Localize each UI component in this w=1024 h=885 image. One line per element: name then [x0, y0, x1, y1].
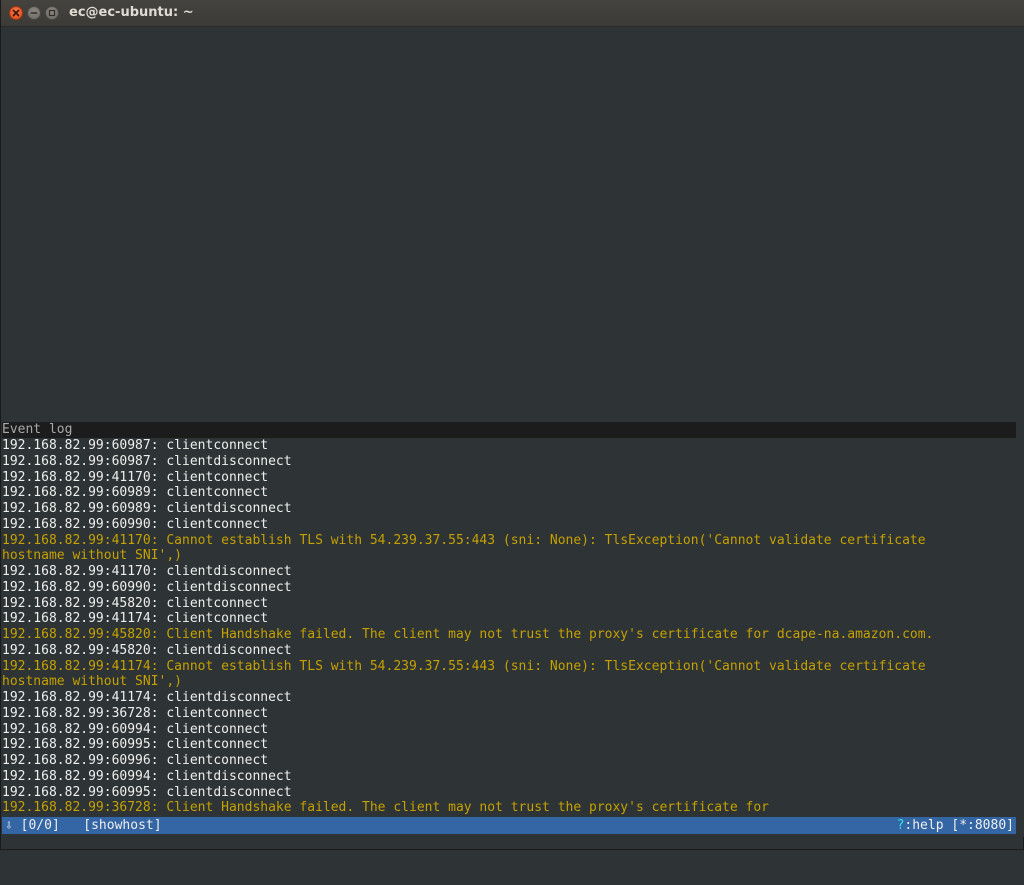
help-label: :help — [904, 818, 944, 833]
log-line-warning: hostname without SNI',) — [2, 674, 183, 690]
status-left: ⇩ [0/0] [showhost] — [5, 817, 162, 834]
log-line: 192.168.82.99:60987: clientconnect — [2, 438, 269, 453]
listen-address: [*:8080] — [951, 818, 1014, 833]
status-bar: ⇩ [0/0] [showhost] ?:help [*:8080] — [2, 817, 1016, 834]
log-line: 192.168.82.99:60994: clientconnect — [2, 721, 269, 737]
log-line: 192.168.82.99:60990: clientdisconnect — [2, 579, 292, 595]
event-log-header: Event log — [2, 422, 1016, 438]
log-line: 192.168.82.99:60995: clientdisconnect — [2, 784, 292, 800]
log-line: 192.168.82.99:45820: clientconnect — [2, 595, 269, 611]
scrollbar[interactable] — [1016, 27, 1024, 837]
minimize-button[interactable] — [27, 6, 41, 20]
log-line: 192.168.82.99:45820: clientdisconnect — [2, 642, 292, 658]
status-right: ?:help [*:8080] — [897, 817, 1014, 834]
log-line: 192.168.82.99:41174: clientdisconnect — [2, 690, 292, 705]
maximize-button[interactable] — [45, 6, 59, 20]
flow-count: [0/0] — [20, 818, 60, 833]
log-line-warning: hostname without SNI',) — [2, 548, 183, 564]
log-line: 192.168.82.99:41170: clientdisconnect — [2, 564, 292, 579]
log-line: 192.168.82.99:60996: clientconnect — [2, 753, 269, 768]
window-title: ec@ec-ubuntu: ~ — [69, 5, 194, 20]
log-line: 192.168.82.99:60995: clientconnect — [2, 737, 269, 753]
terminal-window: ec@ec-ubuntu: ~ Event log 192.168.82.99:… — [0, 0, 1024, 850]
log-line-warning: 192.168.82.99:45820: Client Handshake fa… — [2, 627, 934, 642]
window-titlebar[interactable]: ec@ec-ubuntu: ~ — [1, 0, 1024, 27]
close-icon — [12, 9, 20, 17]
maximize-icon — [48, 9, 56, 17]
log-line: 192.168.82.99:60987: clientdisconnect — [2, 453, 292, 469]
minimize-icon — [30, 12, 38, 14]
flow-list-area[interactable] — [2, 27, 1016, 422]
log-line: 192.168.82.99:60994: clientdisconnect — [2, 768, 292, 784]
log-line-warning: 192.168.82.99:41170: Cannot establish TL… — [2, 532, 926, 548]
log-line: 192.168.82.99:60989: clientconnect — [2, 485, 269, 501]
log-line: 192.168.82.99:41174: clientconnect — [2, 611, 269, 627]
log-line-warning: 192.168.82.99:41174: Cannot establish TL… — [2, 658, 926, 674]
event-log[interactable]: 192.168.82.99:60987: clientconnect 192.16… — [2, 438, 1016, 816]
log-line: 192.168.82.99:41170: clientconnect — [2, 469, 269, 485]
log-line: 192.168.82.99:36728: clientconnect — [2, 705, 269, 721]
mode-indicator: [showhost] — [83, 818, 162, 833]
log-line: 192.168.82.99:60989: clientdisconnect — [2, 501, 292, 516]
log-line-warning: 192.168.82.99:36728: Client Handshake fa… — [2, 800, 770, 816]
log-line: 192.168.82.99:60990: clientconnect — [2, 516, 269, 532]
scroll-arrow-icon: ⇩ — [5, 818, 13, 833]
close-button[interactable] — [9, 6, 23, 20]
terminal-content[interactable]: Event log 192.168.82.99:60987: clientcon… — [2, 27, 1016, 837]
